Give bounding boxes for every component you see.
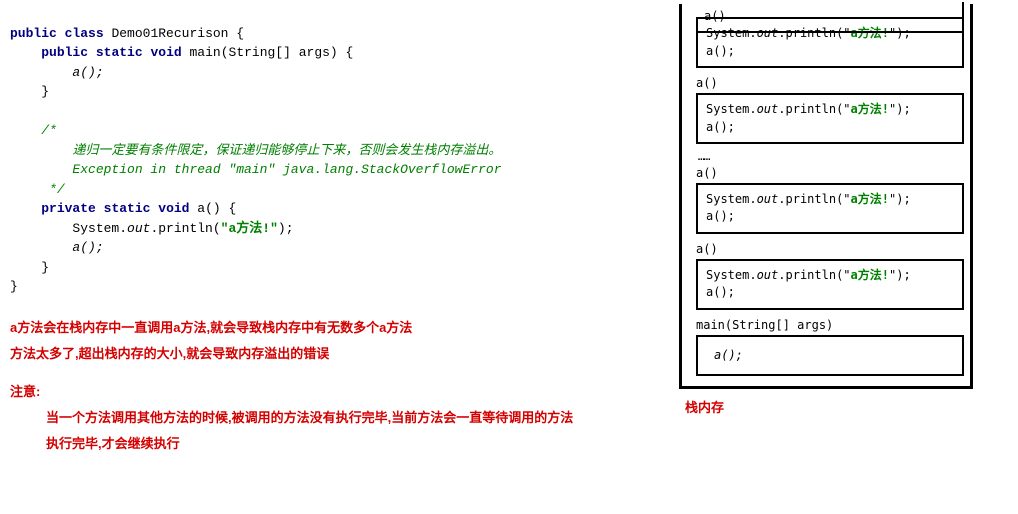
signature: () {	[205, 201, 236, 216]
end: );	[896, 102, 910, 116]
system-ref: System.	[72, 221, 127, 236]
frame-label: a()	[696, 76, 964, 90]
method-name: main	[190, 45, 221, 60]
out-ref: out	[127, 221, 150, 236]
print: .println(	[778, 192, 843, 206]
keyword: private	[41, 201, 96, 216]
stack-frame-partial: a()	[696, 2, 964, 33]
signature: (String[] args) {	[221, 45, 354, 60]
note-line: 执行完毕,才会继续执行	[46, 431, 675, 457]
call: a();	[714, 348, 743, 362]
frame-body: System.out.println("a方法!"); a();	[696, 93, 964, 144]
frame-label: a()	[696, 242, 964, 256]
keyword: void	[150, 45, 181, 60]
out: out	[757, 192, 779, 206]
call: a();	[706, 120, 735, 134]
call-text: a()	[704, 9, 726, 23]
comment-line: Exception in thread "main" java.lang.Sta…	[72, 162, 501, 177]
brace: }	[41, 260, 49, 275]
note-line: 方法太多了,超出栈内存的大小,就会导致内存溢出的错误	[10, 341, 675, 367]
str: a方法!	[851, 268, 889, 282]
sys: System.	[706, 192, 757, 206]
call: a();	[706, 44, 735, 58]
stack-container: a() System.out.println("a方法!"); a(); a()…	[679, 4, 973, 389]
method-name: a	[197, 201, 205, 216]
note-line: 当一个方法调用其他方法的时候,被调用的方法没有执行完毕,当前方法会一直等待调用的…	[46, 405, 675, 431]
out: out	[757, 102, 779, 116]
print: .println(	[778, 102, 843, 116]
frame-body: a()	[696, 2, 964, 33]
q: "	[843, 192, 850, 206]
stack-diagram: a() System.out.println("a方法!"); a(); a()…	[679, 4, 1001, 457]
stack-caption: 栈内存	[685, 397, 1001, 416]
note-heading: 注意:	[10, 379, 675, 405]
keyword: public	[10, 26, 57, 41]
frame-body: System.out.println("a方法!"); a();	[696, 259, 964, 310]
frame-body: a();	[696, 335, 964, 376]
string-content: a方法!	[228, 221, 270, 236]
keyword: static	[104, 201, 151, 216]
print-call: .println(	[150, 221, 220, 236]
ellipsis: ……	[698, 152, 964, 164]
stack-frame: a() System.out.println("a方法!"); a();	[696, 76, 964, 144]
end: );	[896, 268, 910, 282]
call: a();	[706, 285, 735, 299]
str: a方法!	[851, 192, 889, 206]
q: "	[843, 102, 850, 116]
source-code: public class Demo01Recurison { public st…	[10, 4, 675, 297]
method-call: a();	[72, 240, 103, 255]
str: a方法!	[851, 102, 889, 116]
note-line: a方法会在栈内存中一直调用a方法,就会导致栈内存中有无数多个a方法	[10, 315, 675, 341]
brace: }	[10, 279, 18, 294]
comment-open: /*	[41, 123, 57, 138]
keyword: void	[158, 201, 189, 216]
method-call: a();	[72, 65, 103, 80]
out: out	[757, 268, 779, 282]
call: a();	[706, 209, 735, 223]
print: .println(	[778, 268, 843, 282]
stack-frame: a() System.out.println("a方法!"); a();	[696, 166, 964, 234]
brace: {	[228, 26, 244, 41]
keyword: class	[65, 26, 104, 41]
code-panel: public class Demo01Recurison { public st…	[10, 4, 675, 457]
stack-frame: a() System.out.println("a方法!"); a();	[696, 242, 964, 310]
end: );	[896, 192, 910, 206]
comment-close: */	[41, 182, 64, 197]
brace: }	[41, 84, 49, 99]
stack-frame-main: main(String[] args) a();	[696, 318, 964, 376]
frame-label: a()	[696, 166, 964, 180]
class-name: Demo01Recurison	[111, 26, 228, 41]
string-quote: "	[270, 221, 278, 236]
notes-section: a方法会在栈内存中一直调用a方法,就会导致栈内存中有无数多个a方法 方法太多了,…	[10, 315, 675, 457]
q: "	[843, 268, 850, 282]
comment-line: 递归一定要有条件限定，保证递归能够停止下来，否则会发生栈内存溢出。	[72, 143, 501, 158]
sys: System.	[706, 268, 757, 282]
sys: System.	[706, 102, 757, 116]
frame-label: main(String[] args)	[696, 318, 964, 332]
keyword: static	[96, 45, 143, 60]
keyword: public	[41, 45, 88, 60]
stmt-end: );	[278, 221, 294, 236]
frame-body: System.out.println("a方法!"); a();	[696, 183, 964, 234]
